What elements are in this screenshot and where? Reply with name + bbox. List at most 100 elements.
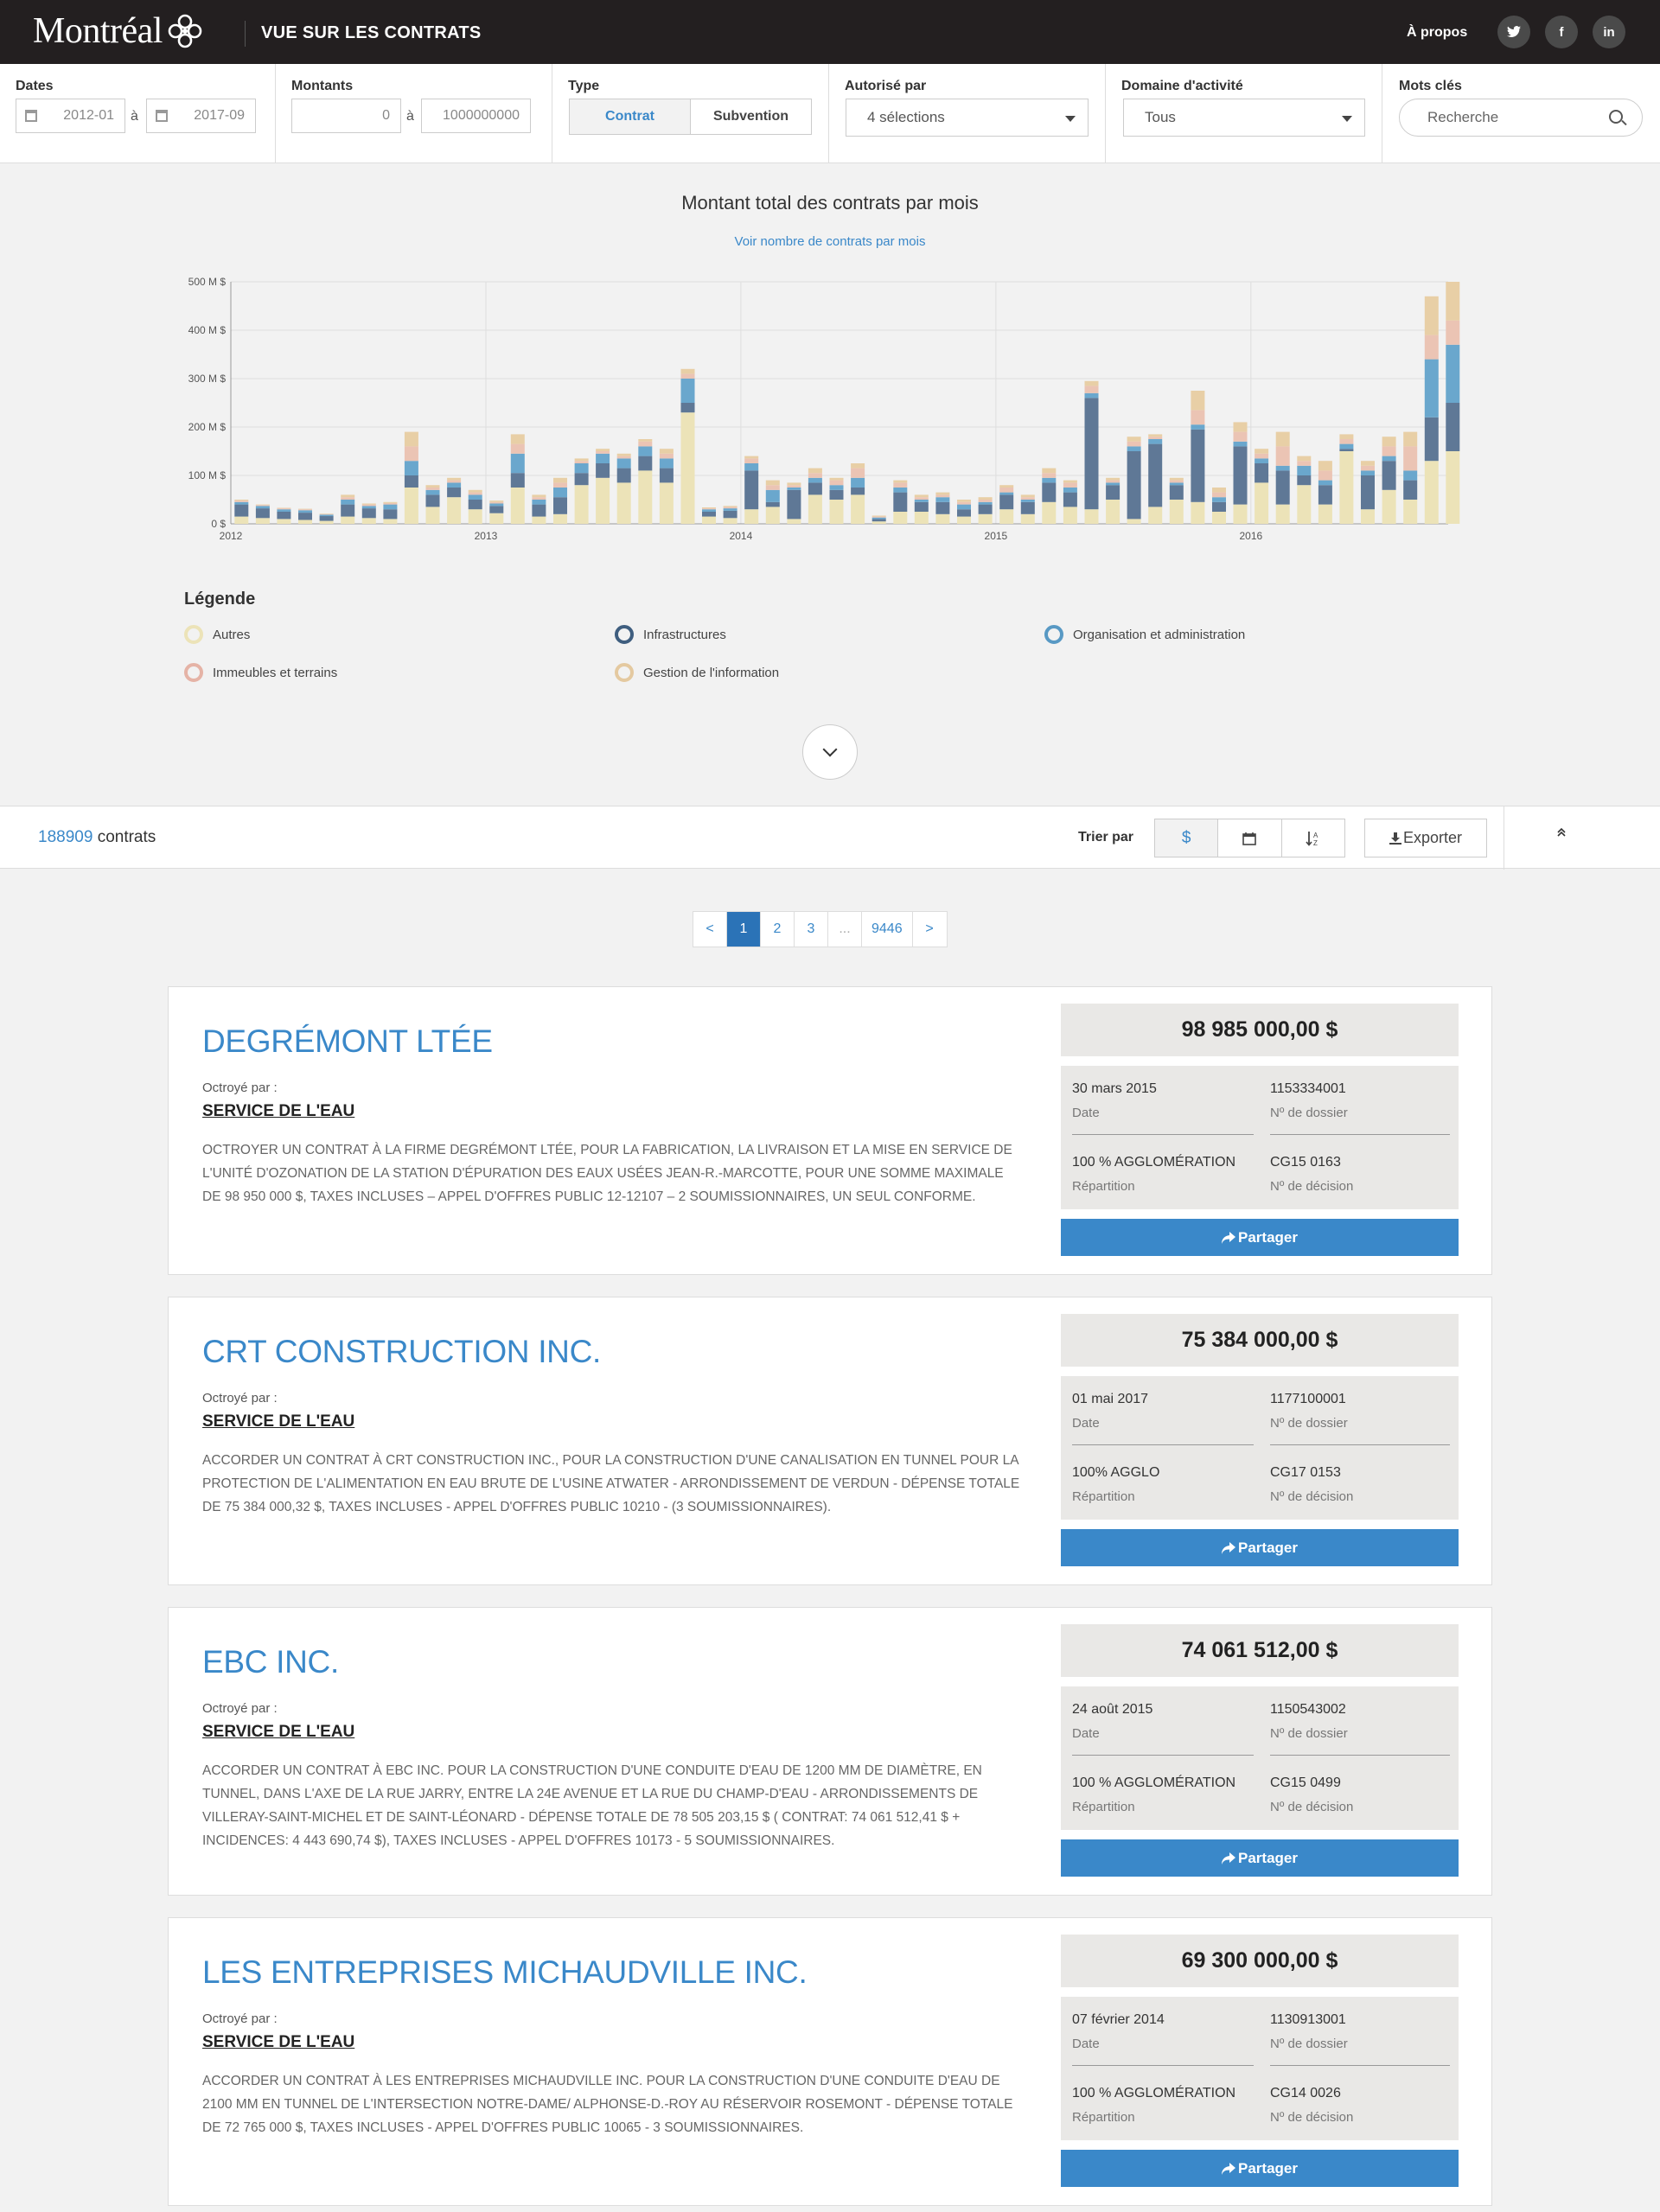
- share-button[interactable]: Partager: [1061, 1219, 1459, 1256]
- sort-by-date-button[interactable]: [1218, 819, 1282, 857]
- bar-segment[interactable]: [744, 470, 759, 510]
- bar-segment[interactable]: [489, 501, 504, 504]
- bar-segment[interactable]: [829, 500, 844, 524]
- bar-segment[interactable]: [1403, 431, 1418, 447]
- bar-segment[interactable]: [1446, 403, 1460, 451]
- bar-segment[interactable]: [319, 520, 334, 524]
- bar-segment[interactable]: [1084, 509, 1099, 524]
- bar-segment[interactable]: [851, 494, 865, 524]
- page-prev-button[interactable]: <: [693, 912, 727, 947]
- bar-segment[interactable]: [468, 492, 482, 495]
- bar-segment[interactable]: [277, 519, 291, 524]
- bar-segment[interactable]: [447, 480, 462, 483]
- bar-segment[interactable]: [1042, 477, 1057, 483]
- bar-segment[interactable]: [1318, 461, 1332, 471]
- bar-segment[interactable]: [361, 504, 376, 507]
- bar-segment[interactable]: [744, 458, 759, 463]
- bar-segment[interactable]: [1212, 488, 1226, 493]
- legend-item-infrastructures[interactable]: Infrastructures: [615, 625, 726, 644]
- bar-segment[interactable]: [574, 485, 589, 524]
- bar-segment[interactable]: [1403, 470, 1418, 481]
- bar-segment[interactable]: [361, 508, 376, 519]
- bar-segment[interactable]: [638, 470, 653, 524]
- bar-segment[interactable]: [999, 485, 1014, 488]
- bar-segment[interactable]: [1063, 480, 1077, 483]
- bar-segment[interactable]: [1424, 417, 1439, 462]
- bar-segment[interactable]: [383, 519, 398, 524]
- bar-segment[interactable]: [1297, 485, 1312, 524]
- department-link[interactable]: SERVICE DE L'EAU: [202, 1723, 354, 1742]
- bar-segment[interactable]: [680, 373, 695, 379]
- bar-segment[interactable]: [1275, 431, 1290, 447]
- bar-segment[interactable]: [319, 513, 334, 514]
- bar-segment[interactable]: [1255, 458, 1269, 463]
- legend-item-organisation[interactable]: Organisation et administration: [1044, 625, 1245, 644]
- bar-segment[interactable]: [957, 501, 971, 505]
- linkedin-icon[interactable]: in: [1593, 16, 1625, 48]
- bar-segment[interactable]: [234, 516, 249, 524]
- legend-item-autres[interactable]: Autres: [184, 625, 250, 644]
- bar-segment[interactable]: [723, 510, 737, 519]
- bar-segment[interactable]: [361, 506, 376, 509]
- bar-segment[interactable]: [1106, 477, 1120, 481]
- bar-segment[interactable]: [1424, 296, 1439, 335]
- amount-min-input[interactable]: 0: [291, 99, 401, 133]
- bar-segment[interactable]: [234, 500, 249, 502]
- bar-segment[interactable]: [1169, 477, 1184, 481]
- bar-segment[interactable]: [1084, 392, 1099, 398]
- bar-segment[interactable]: [255, 504, 270, 506]
- bar-segment[interactable]: [765, 501, 780, 507]
- bar-segment[interactable]: [765, 480, 780, 486]
- bar-segment[interactable]: [1382, 461, 1396, 490]
- bar-segment[interactable]: [999, 492, 1014, 495]
- bar-segment[interactable]: [680, 368, 695, 374]
- bar-segment[interactable]: [765, 507, 780, 524]
- bar-segment[interactable]: [1275, 465, 1290, 471]
- bar-segment[interactable]: [893, 492, 908, 512]
- bar-segment[interactable]: [765, 485, 780, 490]
- bar-segment[interactable]: [935, 497, 950, 502]
- bar-segment[interactable]: [702, 507, 716, 509]
- bar-segment[interactable]: [1191, 410, 1205, 425]
- bar-segment[interactable]: [1255, 482, 1269, 524]
- bar-segment[interactable]: [596, 477, 610, 524]
- bar-segment[interactable]: [914, 501, 929, 512]
- bar-segment[interactable]: [787, 519, 801, 524]
- bar-segment[interactable]: [1191, 391, 1205, 411]
- bar-segment[interactable]: [574, 458, 589, 462]
- bar-segment[interactable]: [1020, 501, 1035, 514]
- bar-segment[interactable]: [1191, 424, 1205, 430]
- bar-segment[interactable]: [935, 513, 950, 524]
- bar-segment[interactable]: [1191, 501, 1205, 524]
- bar-segment[interactable]: [277, 507, 291, 509]
- bar-segment[interactable]: [468, 500, 482, 510]
- supplier-name[interactable]: LES ENTREPRISES MICHAUDVILLE INC.: [202, 1954, 808, 1991]
- bar-segment[interactable]: [553, 477, 567, 483]
- bar-segment[interactable]: [532, 497, 546, 500]
- bar-segment[interactable]: [468, 489, 482, 493]
- bar-segment[interactable]: [1361, 509, 1375, 524]
- bar-segment[interactable]: [1403, 500, 1418, 524]
- bar-segment[interactable]: [638, 456, 653, 471]
- bar-segment[interactable]: [914, 500, 929, 502]
- bar-segment[interactable]: [341, 497, 355, 500]
- bar-segment[interactable]: [1020, 513, 1035, 524]
- bar-segment[interactable]: [659, 468, 674, 483]
- bar-segment[interactable]: [1382, 446, 1396, 456]
- bar-segment[interactable]: [1361, 470, 1375, 475]
- bar-segment[interactable]: [1446, 344, 1460, 403]
- bar-segment[interactable]: [935, 494, 950, 498]
- bar-segment[interactable]: [935, 492, 950, 495]
- bar-segment[interactable]: [744, 509, 759, 524]
- bar-segment[interactable]: [978, 500, 993, 502]
- bar-segment[interactable]: [723, 518, 737, 524]
- bar-segment[interactable]: [1339, 434, 1354, 439]
- bar-segment[interactable]: [341, 516, 355, 524]
- expand-chart-button[interactable]: [802, 724, 858, 780]
- bar-segment[interactable]: [319, 514, 334, 517]
- bar-segment[interactable]: [872, 516, 886, 518]
- bar-segment[interactable]: [1424, 359, 1439, 418]
- department-link[interactable]: SERVICE DE L'EAU: [202, 1412, 354, 1431]
- bar-segment[interactable]: [1233, 446, 1248, 505]
- bar-segment[interactable]: [510, 434, 525, 444]
